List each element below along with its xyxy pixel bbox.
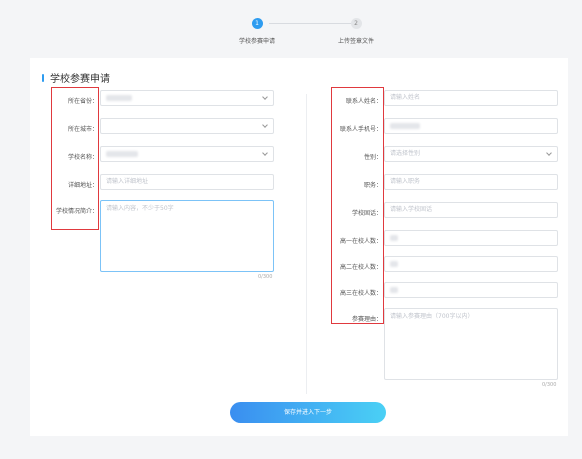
province-select[interactable] (100, 90, 274, 106)
step-2[interactable]: 2 上传签章文件 (316, 18, 396, 45)
step-2-label: 上传签章文件 (337, 38, 374, 45)
school-intro-counter: 0/300 (258, 274, 273, 280)
contact-phone-input[interactable] (384, 118, 558, 134)
province-value-redacted (106, 94, 132, 101)
column-divider (306, 94, 307, 394)
section-title: 学校参赛申请 (42, 70, 110, 85)
grade12-count-input[interactable] (384, 282, 558, 298)
form-title: 学校参赛申请 (50, 74, 110, 85)
grade11-value-redacted (390, 260, 398, 267)
grade10-count-input[interactable] (384, 230, 558, 246)
grade12-value-redacted (390, 286, 398, 293)
school-phone-input[interactable]: 请输入学校固话 (384, 202, 558, 218)
reason-counter: 0/300 (542, 382, 557, 388)
highlight-box-left-labels (51, 87, 99, 230)
title-accent-bar (42, 73, 44, 82)
application-page: 1 学校参赛申请 2 上传签章文件 学校参赛申请 所在省份： 所在城市： 学校名… (0, 0, 582, 459)
school-intro-textarea[interactable]: 请输入内容，不少于50字 (100, 200, 274, 272)
gender-select[interactable]: 请选择性别 (384, 146, 558, 162)
highlight-box-right-labels (331, 87, 384, 324)
reason-textarea[interactable]: 请输入参赛理由（700字以内） (384, 308, 558, 380)
position-input[interactable]: 请输入职务 (384, 174, 558, 190)
form-card: 学校参赛申请 所在省份： 所在城市： 学校名称： 详细地址： 请输入详细地址 学… (30, 58, 568, 436)
phone-value-redacted (390, 122, 420, 129)
city-select[interactable] (100, 118, 274, 134)
step-2-number: 2 (350, 18, 362, 29)
step-1-label: 学校参赛申请 (238, 38, 275, 45)
grade10-value-redacted (390, 234, 398, 241)
save-and-next-button[interactable]: 保存并进入下一步 (230, 402, 386, 423)
step-1-number: 1 (251, 18, 263, 29)
school-name-select[interactable] (100, 146, 274, 162)
contact-name-input[interactable]: 请输入姓名 (384, 90, 558, 106)
address-input[interactable]: 请输入详细地址 (100, 174, 274, 190)
stepper: 1 学校参赛申请 2 上传签章文件 (0, 0, 582, 58)
grade11-count-input[interactable] (384, 256, 558, 272)
school-value-redacted (106, 150, 138, 157)
